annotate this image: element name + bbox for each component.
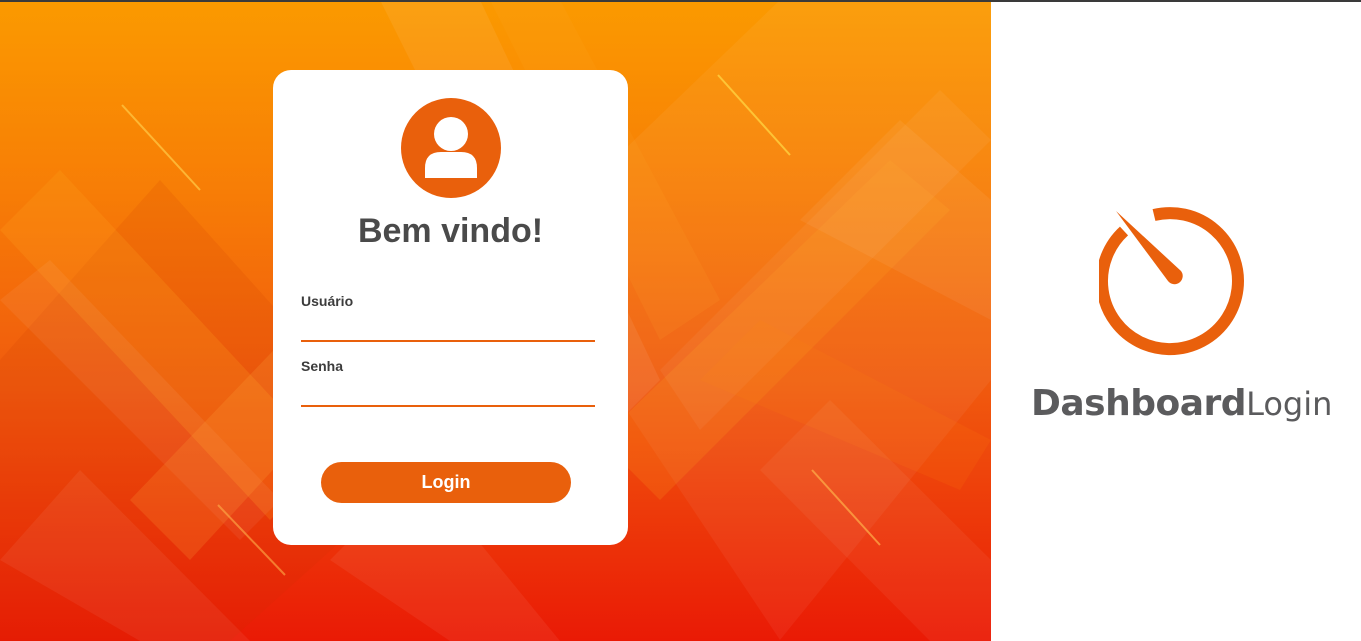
background-panel: Bem vindo! Usuário Senha Login [0,0,991,641]
username-label: Usuário [301,293,354,309]
brand-name-light: Login [1246,385,1333,423]
brand-name-strong: Dashboard [1031,383,1247,424]
password-label: Senha [301,358,344,374]
user-avatar-icon [401,98,501,198]
login-card: Bem vindo! Usuário Senha Login [273,70,628,545]
welcome-heading: Bem vindo! [357,212,544,250]
brand-panel: DashboardLogin [991,0,1361,641]
window-top-border [0,0,1361,2]
gauge-logo-icon [1099,207,1244,356]
username-input[interactable] [301,318,595,342]
password-input[interactable] [301,383,595,407]
login-button[interactable]: Login [321,462,571,503]
brand-wordmark: DashboardLogin [1031,383,1332,424]
